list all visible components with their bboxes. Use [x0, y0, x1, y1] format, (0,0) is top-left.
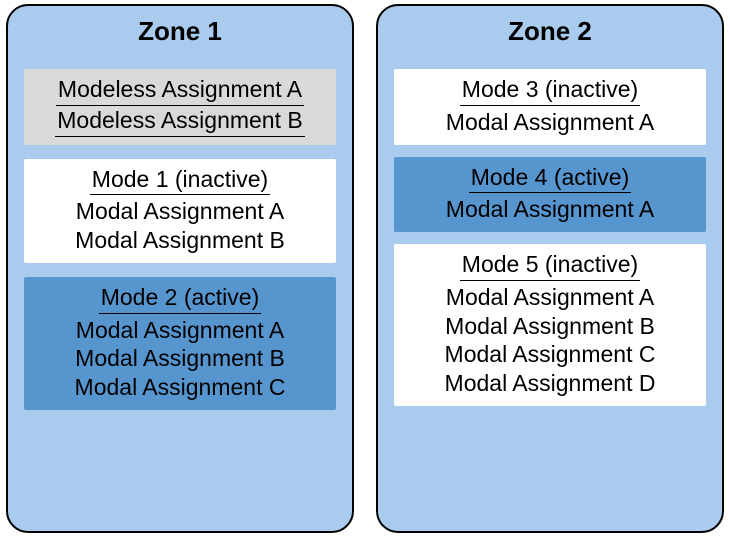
zone-1-mode-2-block: Mode 2 (active) Modal Assignment A Modal… [24, 277, 336, 410]
modal-assignment: Modal Assignment C [402, 340, 698, 369]
diagram-canvas: Zone 1 Modeless Assignment A Modeless As… [0, 0, 730, 538]
zone-2-panel: Zone 2 Mode 3 (inactive) Modal Assignmen… [376, 4, 724, 533]
modal-assignment: Modal Assignment A [402, 108, 698, 137]
mode-heading: Mode 4 (active) [469, 163, 632, 194]
modal-assignment: Modal Assignment B [32, 226, 328, 255]
modal-assignment: Modal Assignment D [402, 369, 698, 398]
modal-assignment: Modal Assignment C [32, 373, 328, 402]
zone-2-title: Zone 2 [378, 16, 722, 47]
zone-2-mode-3-block: Mode 3 (inactive) Modal Assignment A [394, 69, 706, 145]
zone-1-mode-1-block: Mode 1 (inactive) Modal Assignment A Mod… [24, 159, 336, 263]
modal-assignment: Modal Assignment B [402, 312, 698, 341]
modal-assignment: Modal Assignment A [402, 195, 698, 224]
modal-assignment: Modal Assignment A [32, 316, 328, 345]
mode-heading: Mode 3 (inactive) [460, 75, 640, 106]
mode-heading: Mode 1 (inactive) [90, 165, 270, 196]
modal-assignment: Modal Assignment A [32, 197, 328, 226]
modeless-assignment: Modeless Assignment A [56, 75, 304, 106]
zone-1-title: Zone 1 [8, 16, 352, 47]
zone-1-panel: Zone 1 Modeless Assignment A Modeless As… [6, 4, 354, 533]
zone-1-modeless-block: Modeless Assignment A Modeless Assignmen… [24, 69, 336, 145]
zone-2-mode-5-block: Mode 5 (inactive) Modal Assignment A Mod… [394, 244, 706, 406]
mode-heading: Mode 5 (inactive) [460, 250, 640, 281]
modeless-assignment: Modeless Assignment B [55, 106, 304, 137]
mode-heading: Mode 2 (active) [99, 283, 262, 314]
modal-assignment: Modal Assignment B [32, 344, 328, 373]
zone-2-mode-4-block: Mode 4 (active) Modal Assignment A [394, 157, 706, 233]
modal-assignment: Modal Assignment A [402, 283, 698, 312]
